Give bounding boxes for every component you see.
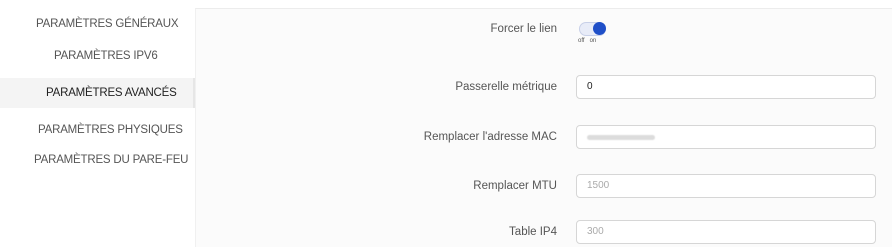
mtu-override-label: Remplacer MTU [473, 180, 557, 192]
toggle-state-labels: off on [578, 38, 601, 44]
mac-override-label: Remplacer l'adresse MAC [423, 131, 557, 143]
sidebar-nav: PARAMÈTRES GÉNÉRAUX PARAMÈTRES IPV6 PARA… [0, 0, 195, 246]
force-link-label: Forcer le lien [490, 23, 557, 35]
sidebar-item-advanced-settings[interactable]: PARAMÈTRES AVANCÉS [0, 78, 195, 108]
sidebar-item-label: PARAMÈTRES GÉNÉRAUX [36, 18, 179, 30]
gateway-metric-label: Passerelle métrique [455, 81, 557, 93]
sidebar-item-label: PARAMÈTRES IPV6 [54, 50, 158, 62]
sidebar-item-physical-settings[interactable]: PARAMÈTRES PHYSIQUES [0, 118, 195, 142]
settings-panel: Forcer le lien off on Passerelle métrique… [195, 8, 892, 247]
force-link-toggle[interactable] [579, 22, 606, 36]
toggle-on-label: on [589, 38, 597, 44]
mtu-override-input[interactable]: 1500 [576, 174, 876, 198]
mac-override-input[interactable] [576, 125, 876, 149]
sidebar-item-label: PARAMÈTRES PHYSIQUES [38, 124, 183, 136]
table-ip4-input[interactable]: 300 [576, 220, 876, 244]
table-ip4-label: Table IP4 [509, 226, 557, 238]
sidebar-item-label: PARAMÈTRES AVANCÉS [46, 87, 177, 99]
sidebar-item-general-settings[interactable]: PARAMÈTRES GÉNÉRAUX [0, 12, 195, 36]
mac-placeholder-blurred [587, 135, 655, 140]
toggle-knob [593, 22, 606, 35]
gateway-metric-value: 0 [587, 81, 593, 92]
sidebar-item-label: PARAMÈTRES DU PARE-FEU [34, 154, 189, 166]
table-ip4-placeholder: 300 [587, 226, 604, 237]
mtu-placeholder: 1500 [587, 180, 610, 191]
toggle-off-label: off [578, 38, 585, 44]
sidebar-item-ipv6-settings[interactable]: PARAMÈTRES IPV6 [0, 44, 195, 68]
gateway-metric-input[interactable]: 0 [576, 75, 876, 99]
sidebar-item-firewall-settings[interactable]: PARAMÈTRES DU PARE-FEU [0, 148, 195, 172]
